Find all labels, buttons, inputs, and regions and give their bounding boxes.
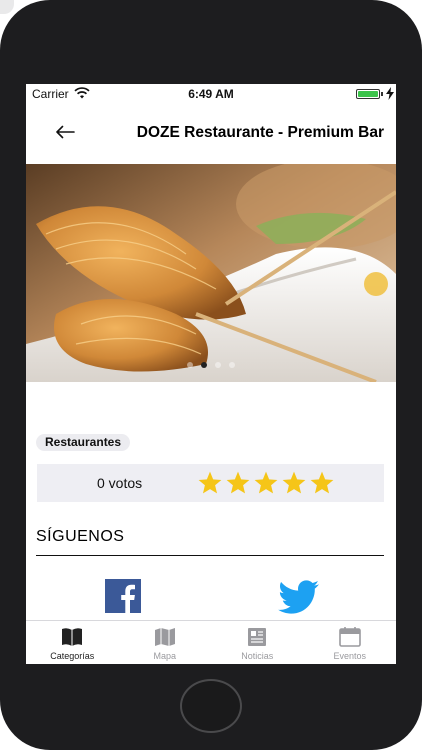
star-icon[interactable] [281,470,307,496]
calendar-icon [338,627,361,647]
book-icon [62,628,83,646]
clock: 6:49 AM [188,87,234,101]
tab-bar: Categorías Mapa Noticias Eventos [26,620,396,664]
tab-categorias[interactable]: Categorías [26,621,119,664]
rating-panel: 0 votos [37,464,384,502]
map-icon [154,628,175,646]
arrow-left-icon [56,125,75,139]
tab-label: Mapa [153,651,176,661]
star-icon[interactable] [197,470,223,496]
tab-mapa[interactable]: Mapa [119,621,212,664]
window-corner [0,0,14,14]
carousel-dot[interactable] [215,362,221,368]
carousel-dot[interactable] [229,362,235,368]
twitter-icon[interactable] [276,580,320,614]
tab-label: Categorías [50,651,95,661]
app-screen: Carrier 6:49 AM DOZE Restaurante - Premi… [26,84,396,664]
navigation-bar: DOZE Restaurante - Premium Bar [26,104,396,162]
votes-count: 0 votos [97,475,143,491]
battery-icon [356,89,380,99]
category-chip[interactable]: Restaurantes [36,434,131,451]
carousel-dot-active[interactable] [201,362,207,368]
tab-label: Eventos [333,651,367,661]
tab-noticias[interactable]: Noticias [211,621,304,664]
photo-carousel[interactable] [26,164,396,382]
battery-level [358,91,378,97]
battery-cap [381,92,383,96]
back-button[interactable] [52,120,78,144]
status-bar: Carrier 6:49 AM [26,84,396,104]
facebook-icon[interactable] [105,579,141,613]
page-title: DOZE Restaurante - Premium Bar [136,124,384,141]
follow-heading: SÍGUENOS [36,528,125,545]
tab-eventos[interactable]: Eventos [304,621,397,664]
tab-label: Noticias [241,651,274,661]
star-icon[interactable] [309,470,335,496]
star-rating[interactable] [197,470,335,496]
home-button[interactable] [180,679,242,733]
carousel-pager[interactable] [26,362,396,368]
carousel-dot[interactable] [187,362,193,368]
phone-frame: Carrier 6:49 AM DOZE Restaurante - Premi… [0,0,422,750]
charging-bolt-icon [386,87,394,100]
star-icon[interactable] [225,470,251,496]
newspaper-icon [248,628,267,646]
divider [36,555,384,556]
food-photo [26,164,396,382]
star-icon[interactable] [253,470,279,496]
